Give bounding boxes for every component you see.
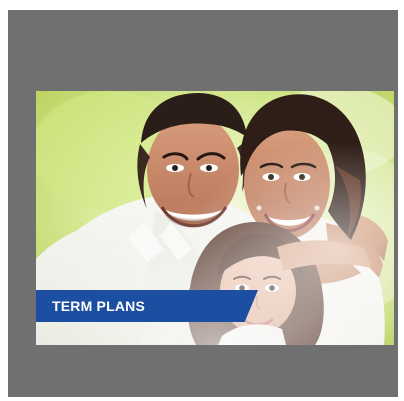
term-plans-banner[interactable]: TERM PLANS xyxy=(36,290,258,322)
banner-label: TERM PLANS xyxy=(52,298,145,314)
promo-frame: TERM PLANS xyxy=(8,10,398,397)
term-plans-card[interactable]: TERM PLANS xyxy=(36,91,394,345)
